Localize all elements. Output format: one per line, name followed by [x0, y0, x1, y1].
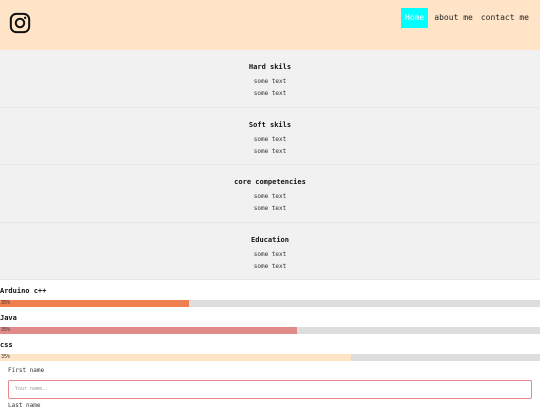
skill-fill: 35% [0, 327, 297, 334]
skill-name: css [0, 341, 13, 349]
skill-fill: 35% [0, 354, 351, 361]
skill-java: Java 35% [0, 310, 540, 337]
section-soft-skills: Soft skils some text some text [0, 107, 540, 165]
section-education: Education some text some text [0, 222, 540, 280]
section-title: core competencies [234, 178, 306, 186]
section-text: some text [253, 205, 287, 212]
nav-home[interactable]: Home [401, 8, 429, 28]
skill-bars: Arduino c++ 35% Java 35% css 35% [0, 283, 540, 364]
contact-form: First name Last name [8, 367, 532, 410]
instagram-icon[interactable] [9, 12, 31, 34]
skill-track: 35% [0, 327, 540, 334]
section-text: some text [253, 193, 287, 200]
section-title: Education [251, 235, 289, 244]
sections: Hard skils some text some text Soft skil… [0, 50, 540, 280]
last-name-label: Last name [8, 401, 41, 409]
skill-track: 35% [0, 300, 540, 307]
first-name-input[interactable] [8, 379, 532, 399]
section-hard-skills: Hard skils some text some text [0, 50, 540, 108]
nav-contact-me[interactable]: contact me [477, 8, 533, 28]
skill-css: css 35% [0, 337, 540, 364]
section-text: some text [253, 147, 287, 155]
skill-name: Java [0, 314, 17, 322]
first-name-label: First name [8, 367, 45, 374]
section-title: Soft skils [248, 120, 292, 129]
main-nav: Home about me contact me [401, 8, 533, 28]
skill-arduino: Arduino c++ 35% [0, 283, 540, 310]
section-text: some text [253, 262, 287, 270]
section-text: some text [253, 78, 287, 85]
skill-track: 35% [0, 354, 540, 361]
section-text: some text [253, 250, 287, 258]
section-text: some text [253, 135, 287, 143]
nav-about-me[interactable]: about me [430, 8, 477, 28]
skill-fill: 35% [0, 300, 189, 307]
section-text: some text [253, 90, 287, 97]
header: Home about me contact me [0, 0, 540, 50]
section-core-competencies: core competencies some text some text [0, 165, 540, 223]
section-title: Hard skils [248, 63, 292, 71]
skill-name: Arduino c++ [0, 287, 47, 295]
